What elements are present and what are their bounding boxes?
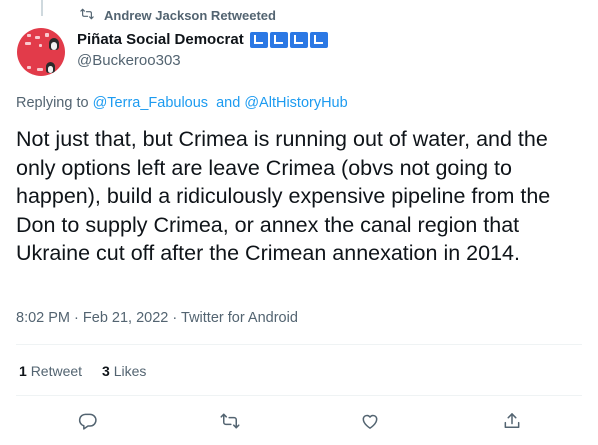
meta-separator: · [74,310,79,326]
flag-badges [249,31,328,48]
retweets-stat[interactable]: 1 Retweet [19,363,82,379]
retweets-count: 1 [19,363,27,379]
share-icon[interactable] [500,409,524,433]
retweets-label: Retweet [30,363,83,379]
reply-handle-link[interactable]: @Terra_Fabulous [93,95,208,111]
retweet-icon[interactable] [218,409,242,433]
blue-check-flag-icon [249,31,268,48]
reply-handle-link[interactable]: @AltHistoryHub [244,95,347,111]
likes-label: Likes [113,363,147,379]
reply-joiner: and [216,95,241,111]
tweet-actions-bar [0,405,598,437]
tweet-source[interactable]: Twitter for Android [181,310,298,326]
avatar[interactable] [17,28,65,76]
author-handle[interactable]: @Buckeroo303 [77,52,328,69]
tweet-time[interactable]: 8:02 PM [16,310,70,326]
divider [16,344,582,345]
reply-icon[interactable] [76,409,100,433]
like-icon[interactable] [358,409,382,433]
author-block: Piñata Social Democrat @Buckeroo303 [77,31,328,69]
tweet-text: Not just that, but Crimea is running out… [16,127,551,265]
blue-check-flag-icon [289,31,308,48]
retweet-icon [80,7,94,24]
retweet-banner-text[interactable]: Andrew Jackson Retweeted [104,8,276,23]
tweet-meta: 8:02 PM · Feb 21, 2022 · Twitter for And… [16,310,298,326]
retweet-banner: Andrew Jackson Retweeted [80,7,276,24]
divider [16,395,582,396]
replying-to-line: Replying to @Terra_Fabulous and @AltHist… [16,95,348,111]
blue-check-flag-icon [269,31,288,48]
replying-to-prefix: Replying to [16,95,89,111]
likes-stat[interactable]: 3 Likes [102,363,146,379]
meta-separator: · [172,310,178,326]
tweet-date[interactable]: Feb 21, 2022 [83,310,168,326]
likes-count: 3 [102,363,110,379]
author-display-name[interactable]: Piñata Social Democrat [77,31,244,48]
blue-check-flag-icon [309,31,328,48]
engagement-stats: 1 Retweet 3 Likes [19,363,146,379]
thread-connector-line [41,0,43,16]
